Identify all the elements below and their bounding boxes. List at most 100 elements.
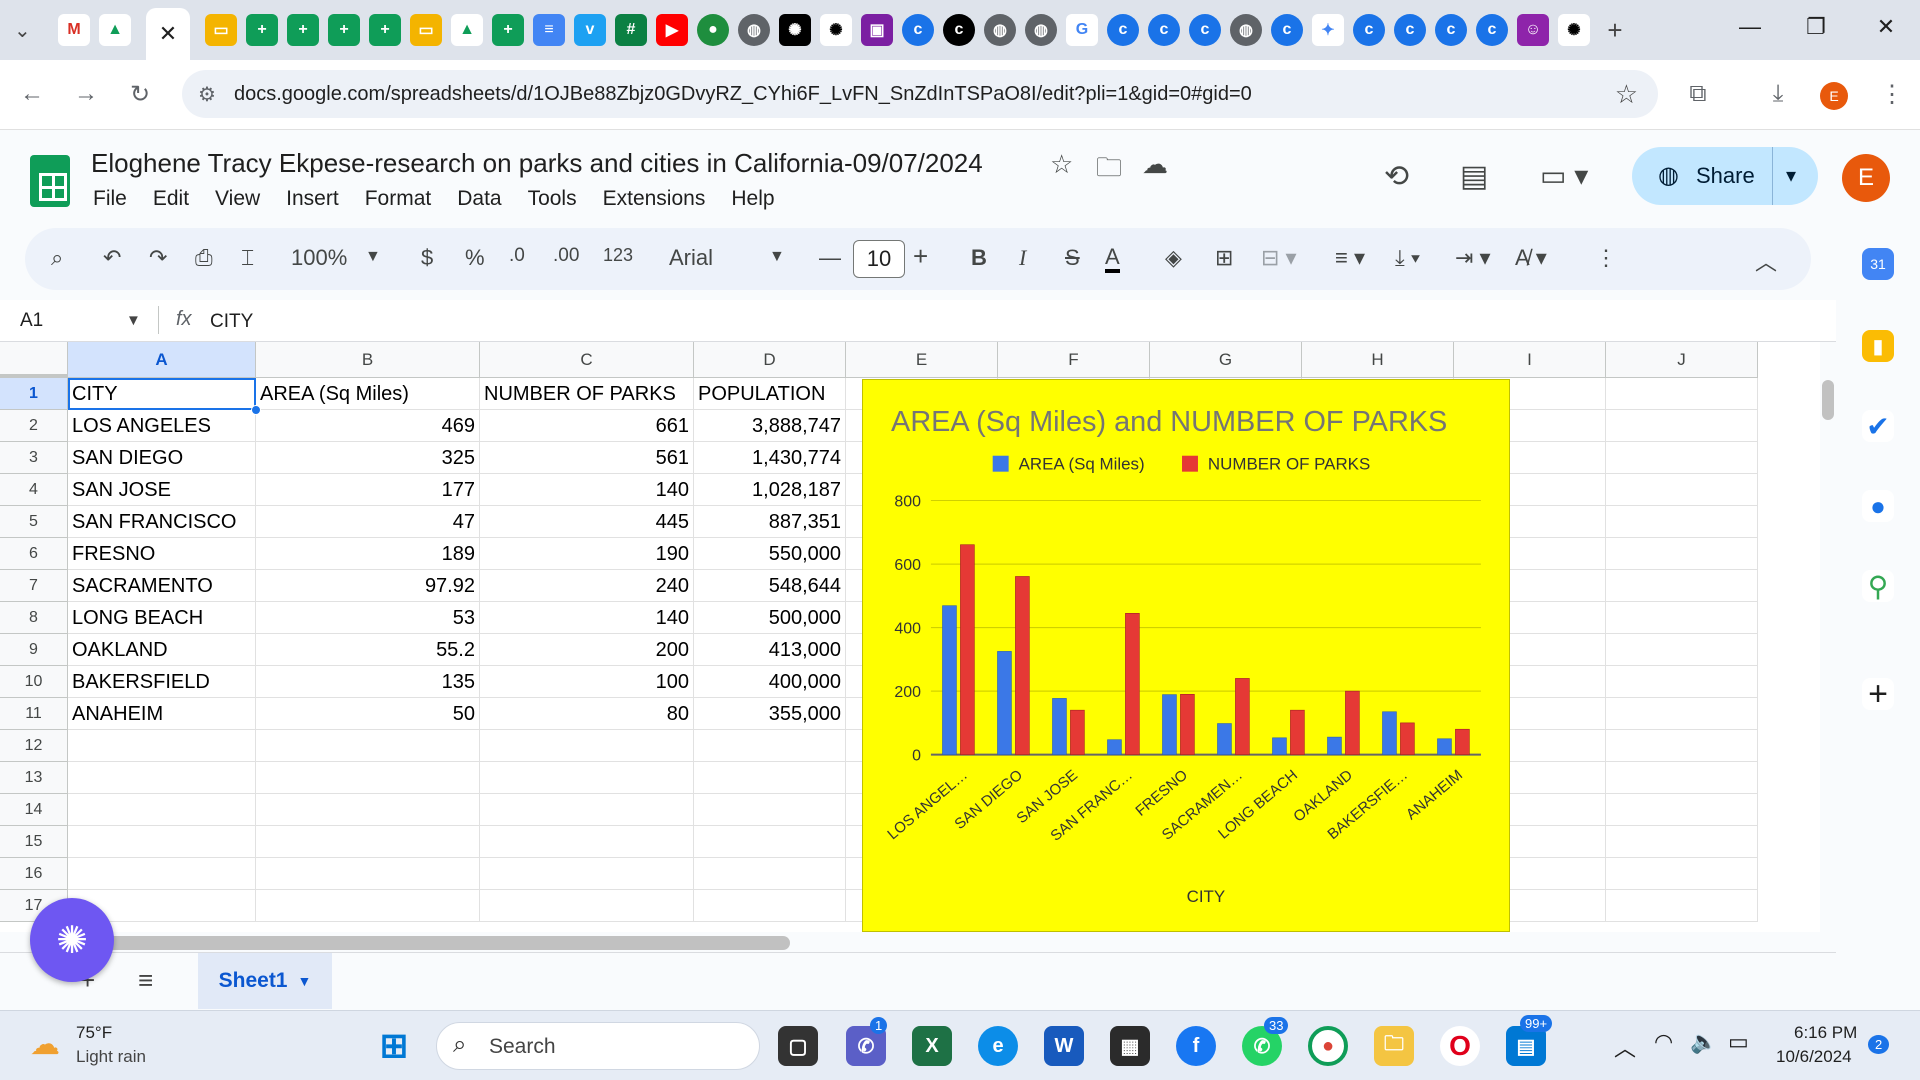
empty-cell[interactable] xyxy=(1606,730,1758,762)
taskbar-search[interactable]: ⌕ Search xyxy=(436,1022,760,1070)
reload-icon[interactable]: ↻ xyxy=(122,80,158,109)
header-cell[interactable]: AREA (Sq Miles) xyxy=(256,378,480,410)
data-cell[interactable]: 355,000 xyxy=(694,698,846,730)
circle-tab-icon[interactable]: c xyxy=(943,14,975,46)
empty-cell[interactable] xyxy=(694,858,846,890)
fill-handle[interactable] xyxy=(251,405,261,415)
data-cell[interactable]: BAKERSFIELD xyxy=(68,666,256,698)
data-cell[interactable]: 561 xyxy=(480,442,694,474)
menu-edit[interactable]: Edit xyxy=(153,187,189,211)
battery-icon[interactable]: ▭ xyxy=(1728,1029,1749,1055)
row-header[interactable]: 11 xyxy=(0,698,68,730)
horizontal-scrollbar[interactable] xyxy=(100,936,790,950)
data-cell[interactable]: 55.2 xyxy=(256,634,480,666)
account-avatar[interactable]: E xyxy=(1842,154,1890,202)
row-header[interactable]: 6 xyxy=(0,538,68,570)
sheets-logo-icon[interactable] xyxy=(30,155,70,207)
undo-icon[interactable]: ↶ xyxy=(103,245,121,271)
edge-icon[interactable]: e xyxy=(978,1026,1018,1066)
empty-cell[interactable] xyxy=(1606,858,1758,890)
copilot-tab-icon[interactable]: c xyxy=(1107,14,1139,46)
row-header[interactable]: 15 xyxy=(0,826,68,858)
new-tab-icon[interactable]: + xyxy=(1599,14,1631,46)
task-view-icon[interactable]: ▢ xyxy=(778,1026,818,1066)
app-tab-icon[interactable]: ☺ xyxy=(1517,14,1549,46)
horizontal-align-icon[interactable]: ≡ ▾ xyxy=(1335,245,1365,271)
back-icon[interactable]: ← xyxy=(14,80,50,108)
chatgpt-tab-icon[interactable]: ✺ xyxy=(1558,14,1590,46)
chatgpt-tab-icon[interactable]: ✺ xyxy=(779,14,811,46)
data-cell[interactable]: 325 xyxy=(256,442,480,474)
data-cell[interactable]: 135 xyxy=(256,666,480,698)
weather-icon[interactable]: ☁ xyxy=(30,1027,60,1062)
empty-cell[interactable] xyxy=(480,826,694,858)
drive-tab-icon[interactable]: ▲ xyxy=(99,14,131,46)
data-cell[interactable]: SAN JOSE xyxy=(68,474,256,506)
data-cell[interactable]: 661 xyxy=(480,410,694,442)
collapse-toolbar-icon[interactable]: ︿ xyxy=(1755,245,1777,277)
globe-tab-icon[interactable]: ◍ xyxy=(984,14,1016,46)
column-header[interactable]: C xyxy=(480,342,694,378)
data-cell[interactable]: LOS ANGELES xyxy=(68,410,256,442)
menu-help[interactable]: Help xyxy=(731,187,774,211)
data-cell[interactable]: 3,888,747 xyxy=(694,410,846,442)
globe-tab-icon[interactable]: ◍ xyxy=(1230,14,1262,46)
borders-icon[interactable]: ⊞ xyxy=(1215,245,1233,271)
cloud-status-icon[interactable]: ☁ xyxy=(1142,149,1168,180)
row-header[interactable]: 16 xyxy=(0,858,68,890)
decrease-decimal-button[interactable]: .0 xyxy=(509,245,525,267)
comments-icon[interactable]: ▤ xyxy=(1460,159,1488,194)
sheet-tab-sheet1[interactable]: Sheet1 ▼ xyxy=(198,953,332,1009)
menu-extensions[interactable]: Extensions xyxy=(603,187,706,211)
empty-cell[interactable] xyxy=(1606,602,1758,634)
data-cell[interactable]: 240 xyxy=(480,570,694,602)
number-format-button[interactable]: 123 xyxy=(603,245,633,266)
column-header[interactable]: D xyxy=(694,342,846,378)
data-cell[interactable]: 550,000 xyxy=(694,538,846,570)
data-cell[interactable]: 445 xyxy=(480,506,694,538)
gemini-assist-icon[interactable]: ✺ xyxy=(30,898,114,982)
formula-input[interactable]: CITY xyxy=(210,311,253,333)
facebook-icon[interactable]: f xyxy=(1176,1026,1216,1066)
row-header[interactable]: 5 xyxy=(0,506,68,538)
chrome-icon[interactable]: ● xyxy=(1308,1026,1348,1066)
search-menus-icon[interactable]: ⌕ xyxy=(51,245,63,271)
vertical-scrollbar[interactable] xyxy=(1822,380,1834,420)
menu-view[interactable]: View xyxy=(215,187,260,211)
slides-tab-icon[interactable]: ▭ xyxy=(410,14,442,46)
text-wrapping-icon[interactable]: ⇥ ▾ xyxy=(1455,245,1491,271)
data-cell[interactable]: SAN DIEGO xyxy=(68,442,256,474)
docs-tab-icon[interactable]: ≡ xyxy=(533,14,565,46)
empty-cell[interactable] xyxy=(1606,794,1758,826)
data-cell[interactable]: FRESNO xyxy=(68,538,256,570)
row-header[interactable]: 4 xyxy=(0,474,68,506)
empty-cell[interactable] xyxy=(1606,410,1758,442)
site-info-icon[interactable]: ⚙ xyxy=(198,82,216,107)
copilot-tab-icon[interactable]: c xyxy=(1476,14,1508,46)
column-header[interactable]: B xyxy=(256,342,480,378)
menu-data[interactable]: Data xyxy=(457,187,501,211)
font-size-input[interactable]: 10 xyxy=(853,240,905,278)
data-cell[interactable]: 140 xyxy=(480,602,694,634)
menu-file[interactable]: File xyxy=(93,187,127,211)
data-cell[interactable]: 413,000 xyxy=(694,634,846,666)
empty-cell[interactable] xyxy=(1606,762,1758,794)
row-header[interactable]: 12 xyxy=(0,730,68,762)
word-icon[interactable]: W xyxy=(1044,1026,1084,1066)
clock-time[interactable]: 6:16 PM xyxy=(1794,1023,1857,1043)
image-tab-icon[interactable]: ▣ xyxy=(861,14,893,46)
opera-icon[interactable]: O xyxy=(1440,1026,1480,1066)
sheets-tab-icon[interactable]: + xyxy=(369,14,401,46)
show-hidden-icons-icon[interactable]: ︿ xyxy=(1614,1031,1636,1063)
start-windows-icon[interactable]: ⊞ xyxy=(374,1026,414,1066)
empty-cell[interactable] xyxy=(694,762,846,794)
empty-cell[interactable] xyxy=(1606,570,1758,602)
store-app-icon[interactable]: ▦ xyxy=(1110,1026,1150,1066)
header-cell[interactable]: CITY xyxy=(68,378,256,410)
keep-icon[interactable]: ▮ xyxy=(1862,330,1894,362)
copilot-tab-icon[interactable]: c xyxy=(1148,14,1180,46)
window-close-icon[interactable]: ✕ xyxy=(1866,14,1906,40)
data-cell[interactable]: LONG BEACH xyxy=(68,602,256,634)
clock-date[interactable]: 10/6/2024 xyxy=(1776,1047,1852,1067)
row-header[interactable]: 14 xyxy=(0,794,68,826)
